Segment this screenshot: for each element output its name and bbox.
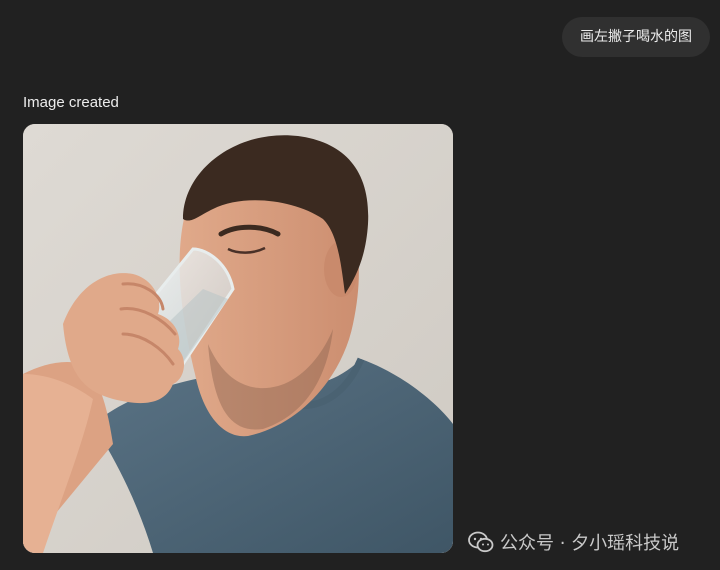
generated-image[interactable] <box>23 124 453 553</box>
image-created-label: Image created <box>23 94 119 111</box>
watermark-text: 公众号 · 夕小瑶科技说 <box>500 533 680 554</box>
user-message-text: 画左撇子喝水的图 <box>580 29 692 45</box>
watermark: 公众号 · 夕小瑶科技说 <box>468 530 679 554</box>
wechat-icon <box>468 531 494 553</box>
chat-page: 画左撇子喝水的图 Image created 公众号 · 夕小瑶科技说 <box>0 0 720 570</box>
user-message-bubble: 画左撇子喝水的图 <box>562 17 710 57</box>
